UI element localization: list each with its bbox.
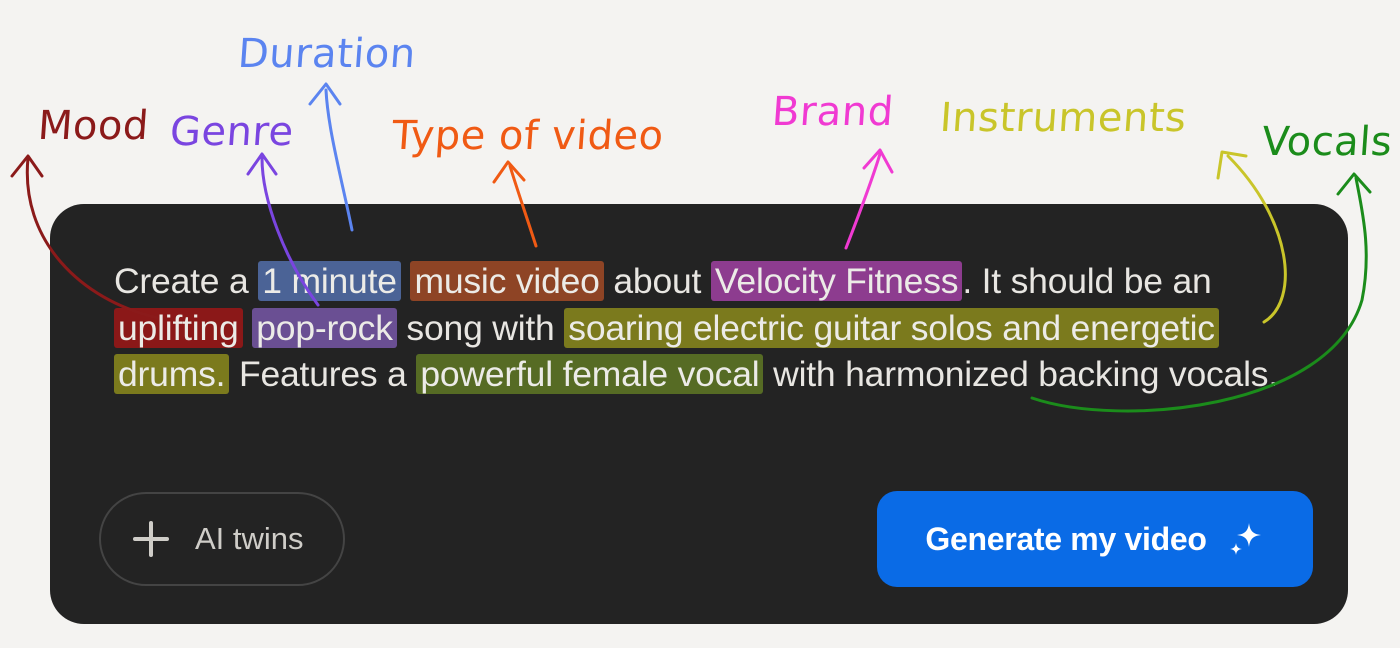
type-annotation-label: Type of video [390,113,666,159]
generate-video-button[interactable]: Generate my video [877,491,1313,587]
duration-arrowhead [308,82,342,106]
prompt-text-segment: Create a [114,261,259,301]
ai-twins-button[interactable]: AI twins [99,492,345,586]
genre-annotation-label: Genre [168,109,296,155]
duration-annotation-label: Duration [236,31,418,77]
prompt-card: Create a 1 minute music video about Velo… [50,204,1348,624]
mood-highlight: uplifting [114,307,243,348]
brand-highlight: Velocity Fitness [710,261,963,301]
instruments-annotation-label: Instruments [938,95,1189,141]
brand-arrowhead [862,148,894,174]
instruments-arrowhead [1216,150,1248,180]
mood-arrowhead [10,154,44,178]
vocals-highlight: powerful female vocal [416,354,764,394]
prompt-text[interactable]: Create a 1 minute music video about Velo… [114,258,1314,398]
prompt-text-segment: about [603,261,711,301]
genre-arrowhead [246,152,278,176]
mood-annotation-label: Mood [36,103,151,149]
genre-highlight: pop-rock [252,307,397,348]
brand-annotation-label: Brand [770,89,896,135]
generate-button-label: Generate my video [925,520,1207,557]
prompt-text-segment: Features a [229,354,417,394]
duration-highlight: 1 minute [258,261,401,301]
video-type-highlight: music video [410,261,604,301]
prompt-text-segment: . It should be an [962,261,1212,301]
prompt-text-segment: song with [396,307,565,348]
prompt-text-segment [243,308,253,348]
vocals-arrowhead [1336,172,1372,196]
sparkle-icon [1229,523,1261,555]
prompt-text-segment: with harmonized backing vocals. [763,354,1278,394]
vocals-annotation-label: Vocals [1260,119,1394,165]
type-arrowhead [492,160,526,184]
plus-icon [131,519,171,559]
ai-twins-label: AI twins [195,521,304,556]
